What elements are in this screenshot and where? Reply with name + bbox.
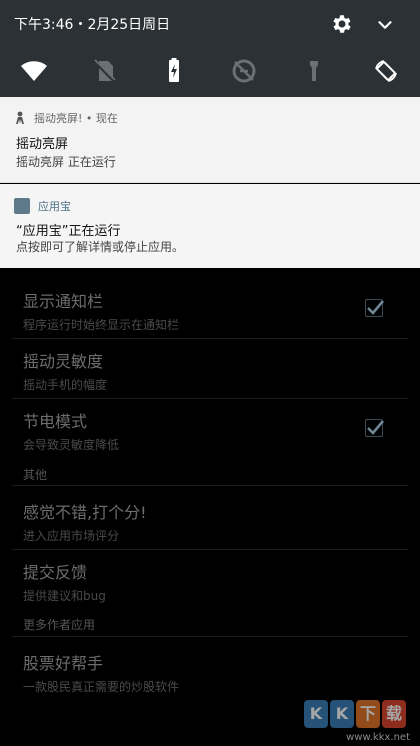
notification-app-name: 摇动亮屏! • 现在 (34, 112, 118, 125)
divider (12, 549, 408, 550)
chevron-down-icon[interactable] (374, 14, 396, 36)
watermark-logo-char: 下 (356, 700, 380, 728)
watermark-logo-char: 载 (382, 700, 406, 728)
pref-summary: 程序运行时始终显示在通知栏 (23, 318, 180, 332)
pref-shake-sensitivity[interactable]: 摇动灵敏度 摇动手机的幅度 (23, 348, 403, 393)
notification-app-store[interactable]: 应用宝 “应用宝”正在运行 点按即可了解详情或停止应用。 (0, 184, 420, 268)
pref-summary: 摇动手机的幅度 (23, 378, 108, 392)
notification-title: “应用宝”正在运行 (16, 224, 121, 239)
battery-charging-icon[interactable] (160, 57, 188, 85)
notification-app-name: 应用宝 (38, 200, 71, 213)
pref-feedback[interactable]: 提交反馈 提供建议和bug (23, 559, 403, 604)
pref-power-save[interactable]: 节电模式 会导致灵敏度降低 (23, 408, 403, 453)
quick-settings-panel: 下午3:46・2月25日周日 (0, 0, 420, 97)
watermark-logo-char: K (330, 700, 354, 728)
section-header-other: 其他 (23, 468, 48, 482)
pref-title: 提交反馈 (23, 563, 88, 582)
data-saver-icon[interactable] (230, 57, 258, 85)
pref-title: 股票好帮手 (23, 654, 104, 673)
pref-summary: 提供建议和bug (23, 589, 106, 603)
gear-icon[interactable] (330, 12, 354, 36)
pref-rate-app[interactable]: 感觉不错,打个分! 进入应用市场评分 (23, 499, 403, 544)
flashlight-icon[interactable] (300, 57, 328, 85)
notification-text: 摇动亮屏 正在运行 (16, 155, 116, 169)
auto-rotate-icon[interactable] (372, 57, 400, 85)
checkbox-show-notification-bar[interactable] (365, 299, 384, 317)
pref-summary: 进入应用市场评分 (23, 529, 120, 543)
notification-text: 点按即可了解详情或停止应用。 (16, 240, 185, 254)
notification-header: 摇动亮屏! • 现在 (14, 110, 118, 126)
wifi-icon[interactable] (20, 57, 48, 85)
no-sim-icon[interactable] (90, 57, 118, 85)
divider (12, 636, 408, 637)
watermark: K K 下 载 www.kkx.net (298, 700, 416, 744)
pref-summary: 会导致灵敏度降低 (23, 438, 120, 452)
watermark-logo: K K 下 载 (304, 700, 406, 728)
checkbox-power-save[interactable] (365, 419, 384, 437)
pref-title: 感觉不错,打个分! (23, 503, 147, 522)
divider (12, 485, 408, 486)
pref-summary: 一款股民真正需要的炒股软件 (23, 680, 180, 694)
notification-header: 应用宝 (14, 198, 71, 214)
section-header-more-apps: 更多作者应用 (23, 618, 96, 632)
divider (12, 338, 408, 339)
notification-title: 摇动亮屏 (16, 137, 69, 152)
status-time: 下午3:46・2月25日周日 (14, 17, 171, 33)
pref-show-notification-bar[interactable]: 显示通知栏 程序运行时始终显示在通知栏 (23, 288, 403, 333)
person-icon (14, 111, 26, 125)
pref-stock-helper[interactable]: 股票好帮手 一款股民真正需要的炒股软件 (23, 650, 403, 695)
pref-title: 节电模式 (23, 412, 88, 431)
divider (12, 398, 408, 399)
pref-title: 摇动灵敏度 (23, 352, 104, 371)
pref-title: 显示通知栏 (23, 292, 104, 311)
app-store-icon (14, 198, 30, 214)
notification-shake-screen[interactable]: 摇动亮屏! • 现在 摇动亮屏 摇动亮屏 正在运行 (0, 97, 420, 183)
watermark-logo-char: K (304, 700, 328, 728)
watermark-url: www.kkx.net (346, 732, 410, 743)
